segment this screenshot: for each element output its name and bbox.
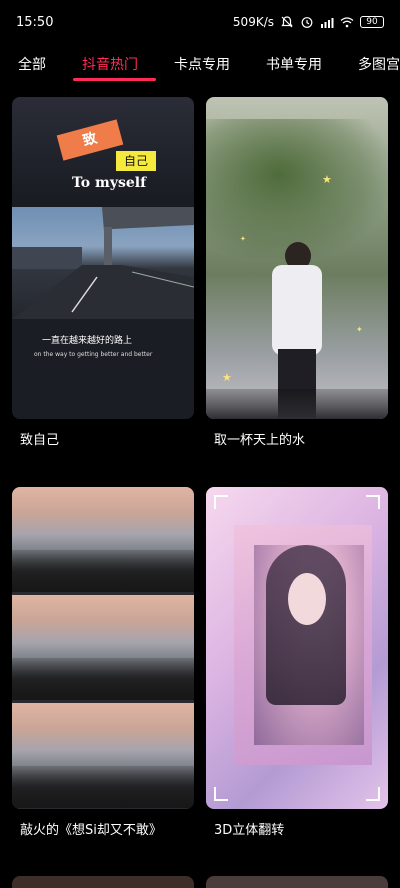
template-card-partial[interactable] [206,876,388,888]
status-icons: 509K/s 90 [233,15,384,29]
card-title: 敲火的《想Si却又不敢》 [20,823,162,838]
portrait-hair [266,545,346,705]
signal-icon [321,18,334,28]
battery-icon: 90 [360,16,384,28]
english-title: To myself [72,175,147,191]
frame-corner [366,787,380,801]
tab-all[interactable]: 全部 [18,54,46,74]
portrait-face [288,573,326,625]
category-tabs: 全部 抖音热门 卡点专用 书单专用 多图宫格 [0,44,400,84]
person-shirt [272,265,322,355]
template-card-3d-flip[interactable] [206,487,388,809]
rocks [12,766,194,808]
template-card-xiang-si[interactable] [12,487,194,809]
frame-shadow [206,389,388,419]
template-card-sky-water[interactable]: ★ ★ ✦ ✦ [206,97,388,419]
highway-illustration [12,207,194,319]
template-card-zhiziji[interactable]: 致 自己 To myself 一直在越来越好的路上 on the way to … [12,97,194,419]
road-photo [12,207,194,319]
sparkle-icon: ✦ [356,325,363,334]
battery-level: 90 [366,17,378,27]
wifi-icon [340,17,354,28]
sparkle-icon: ★ [222,371,232,384]
frame-corner [214,495,228,509]
sparkle-icon: ★ [322,173,332,186]
card-title: 3D立体翻转 [214,823,285,838]
lyric-text: 一直在越来越好的路上 [42,336,133,346]
sparkle-icon: ✦ [240,235,246,243]
template-card-partial[interactable] [12,876,194,888]
seascape-panel [12,595,194,700]
active-tab-indicator [73,78,156,81]
bell-off-icon [281,16,293,28]
status-time: 15:50 [16,14,54,30]
rocks [12,658,194,700]
frame-corner [366,495,380,509]
tab-beat-sync[interactable]: 卡点专用 [174,54,230,74]
lyric-english-text: on the way to getting better and better [34,351,153,358]
subtitle-badge: 自己 [116,151,156,171]
tab-book-list[interactable]: 书单专用 [266,54,322,74]
net-speed: 509K/s [232,15,274,29]
tab-douyin-hot[interactable]: 抖音热门 [82,54,138,74]
rocks [12,550,194,592]
seascape-panel [12,703,194,808]
card-title: 致自己 [20,433,60,448]
status-bar: 15:50 509K/s 90 [0,0,400,44]
frame-corner [214,787,228,801]
alarm-icon [301,17,313,28]
tree-branches [206,119,388,259]
seascape-panel [12,487,194,592]
tab-multi-grid[interactable]: 多图宫格 [358,54,400,74]
card-title: 取一杯天上的水 [214,433,306,448]
